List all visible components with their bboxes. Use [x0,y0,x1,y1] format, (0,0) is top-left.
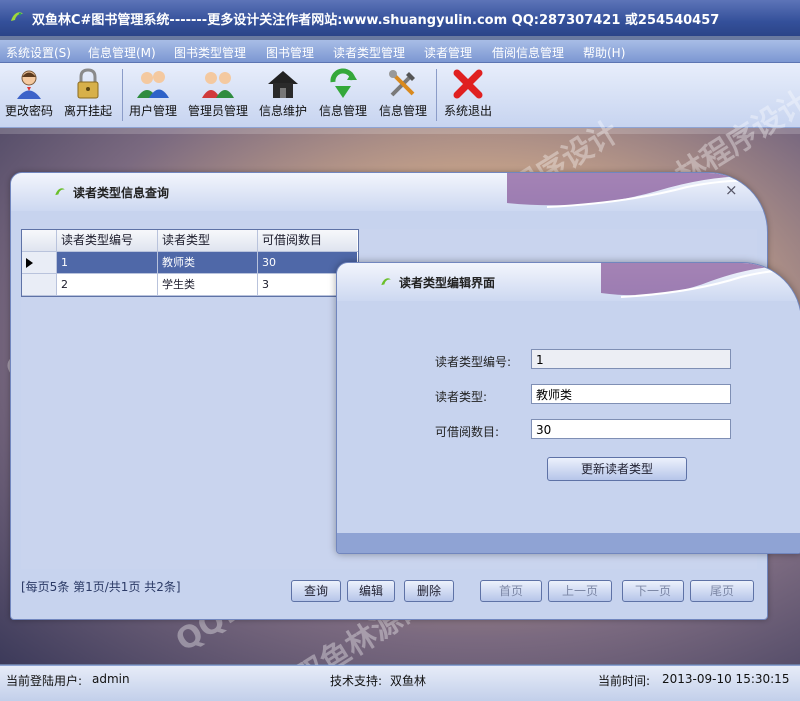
info-management-button-2[interactable]: 信息管理 [376,65,430,125]
row-header-corner [22,230,57,251]
lock-suspend-button[interactable]: 离开挂起 [60,65,116,125]
row-selector[interactable] [22,274,57,295]
exit-system-label: 系统退出 [443,104,492,118]
borrow-count-label: 可借阅数目: [435,425,500,439]
window-title: 双鱼林C#图书管理系统-------更多设计关注作者网站:www.shuangy… [32,13,720,28]
user-management-label: 用户管理 [128,104,177,118]
title-bar: 双鱼林C#图书管理系统-------更多设计关注作者网站:www.shuangy… [0,0,800,36]
fish-icon [55,188,65,196]
cell-id[interactable]: 1 [57,252,158,273]
current-time-label: 当前时间: [598,674,651,688]
pager-info: [每页5条 第1页/共1页 共2条] [21,580,181,594]
change-password-label: 更改密码 [4,104,53,118]
edit-window-header: 读者类型编辑界面 [337,263,800,301]
info-maintain-label: 信息维护 [258,104,307,118]
edit-window-footer [337,533,800,553]
edit-window-title: 读者类型编辑界面 [399,276,496,290]
borrow-count-field[interactable]: 30 [531,419,731,439]
menu-book-management[interactable]: 图书管理 [266,44,314,61]
user-management-button[interactable]: 用户管理 [126,65,180,125]
query-window-title: 读者类型信息查询 [73,186,170,200]
row-selector[interactable] [22,252,57,273]
reader-type-grid: 读者类型编号 读者类型 可借阅数目 1 教师类 30 2 学生类 3 [21,229,359,297]
reader-type-id-label: 读者类型编号: [435,355,512,369]
cell-type[interactable]: 教师类 [158,252,258,273]
status-bar: 当前登陆用户: admin 技术支持: 双鱼林 当前时间: 2013-09-10… [0,665,800,701]
update-reader-type-button[interactable]: 更新读者类型 [547,457,687,481]
toolbar-separator [436,69,437,121]
close-icon[interactable]: × [725,181,738,199]
home-icon [268,71,298,98]
change-password-button[interactable]: 更改密码 [2,65,56,125]
next-page-button[interactable]: 下一页 [622,580,684,602]
tools-icon [389,70,415,97]
table-row[interactable]: 1 教师类 30 [22,252,358,274]
menu-book-type-management[interactable]: 图书类型管理 [174,44,246,61]
cell-id[interactable]: 2 [57,274,158,295]
padlock-icon [77,68,99,99]
cell-type[interactable]: 学生类 [158,274,258,295]
support-label: 技术支持: [330,674,383,688]
menu-info-management[interactable]: 信息管理(M) [88,44,156,61]
first-page-button[interactable]: 首页 [480,580,542,602]
delete-button[interactable]: 删除 [404,580,454,602]
last-page-button[interactable]: 尾页 [690,580,754,602]
admins-icon [202,72,234,98]
menu-system-settings[interactable]: 系统设置(S) [6,44,71,61]
info-management-button-1[interactable]: 信息管理 [316,65,370,125]
app-fish-icon [11,12,23,21]
menu-bar: 系统设置(S) 信息管理(M) 图书类型管理 图书管理 读者类型管理 读者管理 … [0,40,800,63]
edit-button[interactable]: 编辑 [347,580,395,602]
menu-help[interactable]: 帮助(H) [583,44,625,61]
admin-management-label: 管理员管理 [187,104,248,118]
user-key-icon [17,70,41,99]
menu-borrow-management[interactable]: 借阅信息管理 [492,44,564,61]
red-x-icon [453,69,483,99]
grid-header-row: 读者类型编号 读者类型 可借阅数目 [22,230,358,252]
current-row-arrow-icon [26,258,33,268]
admin-management-button[interactable]: 管理员管理 [186,65,250,125]
reader-type-label: 读者类型: [435,390,488,404]
prev-page-button[interactable]: 上一页 [548,580,612,602]
current-user-label: 当前登陆用户: [6,674,83,688]
support-value: 双鱼林 [390,674,427,688]
toolbar-separator [122,69,123,121]
info-management-label-1: 信息管理 [318,104,367,118]
users-group-icon [137,71,169,98]
menu-reader-type-management[interactable]: 读者类型管理 [333,44,405,61]
info-maintain-button[interactable]: 信息维护 [256,65,310,125]
menu-reader-management[interactable]: 读者管理 [424,44,472,61]
reader-type-edit-window: 读者类型编辑界面 读者类型编号: 1 读者类型: 教师类 可借阅数目: 30 更… [336,262,800,554]
column-header-count[interactable]: 可借阅数目 [258,230,357,251]
current-time-value: 2013-09-10 15:30:15 [662,672,790,686]
query-button[interactable]: 查询 [291,580,341,602]
fish-icon [381,278,391,286]
info-management-label-2: 信息管理 [378,104,427,118]
toolbar: 更改密码 离开挂起 用户管理 管理员管理 信息维护 信息管理 信息管理 系统退出 [0,63,800,128]
reader-type-id-field[interactable]: 1 [531,349,731,369]
reader-type-field[interactable]: 教师类 [531,384,731,404]
query-window-header: 读者类型信息查询 × [11,173,767,211]
column-header-id[interactable]: 读者类型编号 [57,230,158,251]
exit-system-button[interactable]: 系统退出 [440,65,496,125]
current-user-value: admin [92,672,130,686]
column-header-type[interactable]: 读者类型 [158,230,258,251]
refresh-arrow-icon [330,68,357,98]
header-decoration [601,263,800,298]
lock-label: 离开挂起 [63,104,112,118]
table-row[interactable]: 2 学生类 3 [22,274,358,296]
